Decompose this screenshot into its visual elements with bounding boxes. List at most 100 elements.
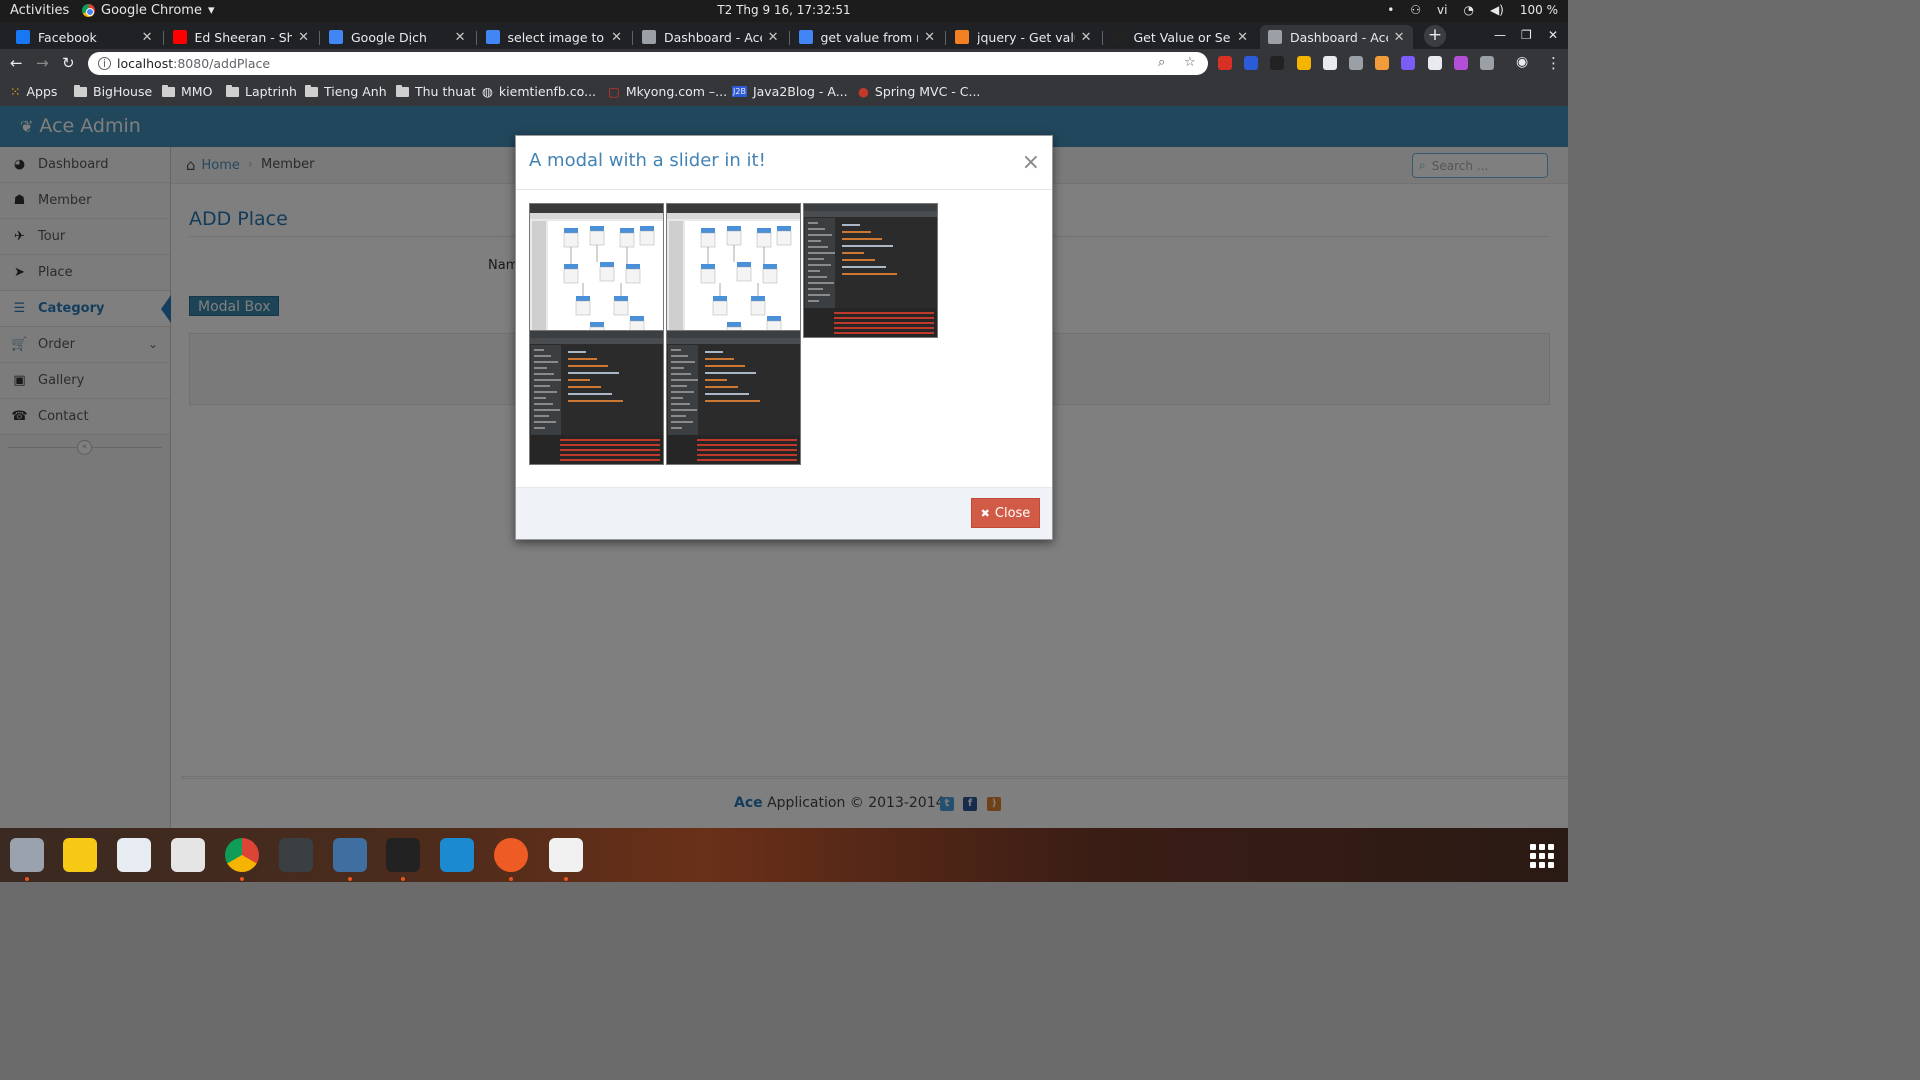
modal-close-icon[interactable]: × [1022, 150, 1040, 175]
tab-8[interactable]: Get Value or Selected ✕ [1104, 25, 1257, 49]
tab-1[interactable]: Facebook ✕ [8, 25, 161, 49]
bookmark-4[interactable]: Laptrinh [226, 84, 297, 99]
person-icon: ⚇ [1410, 3, 1422, 17]
language-indicator[interactable]: vi [1437, 3, 1447, 17]
tab-close-icon[interactable]: ✕ [768, 30, 779, 45]
chrome-icon[interactable] [225, 838, 259, 872]
software-store-icon[interactable] [171, 838, 205, 872]
bookmark-6[interactable]: Thu thuat [396, 84, 476, 99]
show-applications-icon[interactable] [1530, 844, 1554, 868]
facebook-icon [16, 30, 30, 44]
tab-3[interactable]: Google Dịch ✕ [321, 25, 474, 49]
stackoverflow-icon [955, 30, 969, 44]
wifi-icon: ◔ [1463, 3, 1474, 17]
running-indicator [25, 877, 29, 881]
battery-status: 100 % [1519, 3, 1558, 17]
slider-image-2[interactable] [666, 203, 801, 338]
tray-dot-icon: • [1387, 3, 1395, 17]
tab-close-icon[interactable]: ✕ [1237, 30, 1248, 45]
slider-image-1[interactable] [529, 203, 664, 338]
reload-icon[interactable]: ↻ [62, 54, 75, 72]
extension-1-icon[interactable] [1218, 56, 1232, 70]
url-host: localhost [117, 56, 174, 71]
extension-11-icon[interactable] [1480, 56, 1494, 70]
extension-4-icon[interactable] [1296, 56, 1311, 70]
terminal-icon[interactable] [279, 838, 313, 872]
bookmark-label: Apps [26, 84, 58, 99]
tab-separator [788, 31, 790, 45]
slider-image-5[interactable] [666, 330, 801, 465]
rhythmbox-icon[interactable] [63, 838, 97, 872]
text-editor-icon[interactable] [117, 838, 151, 872]
menu-kebab-icon[interactable]: ⋮ [1546, 54, 1561, 72]
tab-close-icon[interactable]: ✕ [142, 30, 153, 45]
google-icon [798, 30, 813, 44]
back-icon[interactable]: ← [10, 54, 23, 72]
bookmark-10[interactable]: ● Spring MVC - C... [858, 84, 980, 99]
bookmark-2[interactable]: BigHouse [74, 84, 152, 99]
google-icon [485, 30, 500, 44]
tab-4[interactable]: select image to category ✕ [478, 25, 631, 49]
screen: { "topbar": { "activities": "Activities"… [0, 0, 1568, 882]
modal-header: A modal with a slider in it! × [516, 136, 1052, 190]
extension-8-icon[interactable] [1401, 56, 1416, 70]
extension-2-icon[interactable] [1244, 56, 1259, 70]
tab-title: Dashboard - Ace Admin [664, 29, 762, 45]
bookmark-3[interactable]: MMO [162, 84, 212, 99]
tab-close-icon[interactable]: ✕ [611, 30, 622, 45]
tab-close-icon[interactable]: ✕ [924, 30, 935, 45]
tab-6[interactable]: get value from modal ✕ [791, 25, 944, 49]
mysql-workbench-icon[interactable] [333, 838, 367, 872]
files-icon[interactable] [10, 838, 44, 872]
bookmark-5[interactable]: Tieng Anh [305, 84, 387, 99]
minimize-icon[interactable]: — [1494, 28, 1506, 42]
draw-icon[interactable] [549, 838, 583, 872]
postman-icon[interactable] [494, 838, 528, 872]
info-icon: i [98, 57, 111, 70]
intellij-icon[interactable] [386, 838, 420, 872]
bookmark-9[interactable]: J2B Java2Blog - A... [732, 84, 848, 99]
java2blog-icon: J2B [732, 86, 747, 97]
tab-2[interactable]: Ed Sheeran - Shape of You ✕ [165, 25, 318, 49]
folder-icon [162, 84, 175, 97]
tab-close-icon[interactable]: ✕ [298, 30, 309, 45]
slider-image-3[interactable] [803, 203, 938, 338]
webstorm-icon[interactable] [440, 838, 474, 872]
spring-icon: ● [858, 84, 869, 99]
profile-icon[interactable]: ◉ [1516, 54, 1528, 70]
tab-close-icon[interactable]: ✕ [1081, 30, 1092, 45]
bookmark-label: BigHouse [93, 84, 153, 99]
folder-icon [305, 84, 318, 97]
address-bar[interactable]: i localhost:8080/addPlace ⌕ ☆ [88, 52, 1208, 75]
bookmark-8[interactable]: ▢ Mkyong.com –... [608, 84, 727, 99]
bookmark-label: Laptrinh [245, 84, 297, 99]
slider-image-4[interactable] [529, 330, 664, 465]
tab-close-icon[interactable]: ✕ [1394, 30, 1405, 45]
tab-9[interactable]: Dashboard - Ace Admin ✕ [1260, 25, 1413, 49]
extension-10-icon[interactable] [1453, 56, 1468, 70]
extension-3-icon[interactable] [1270, 56, 1285, 70]
bookmark-1[interactable]: ⁙ Apps [10, 84, 57, 99]
running-indicator [401, 877, 405, 881]
extension-7-icon[interactable] [1375, 56, 1390, 70]
extension-9-icon[interactable] [1427, 56, 1442, 70]
maximize-icon[interactable]: ❐ [1521, 28, 1532, 42]
forward-icon[interactable]: → [36, 54, 49, 72]
extension-5-icon[interactable] [1322, 56, 1337, 70]
bookmark-7[interactable]: ◍ kiemtienfb.co... [482, 84, 596, 99]
folder-icon [226, 84, 239, 97]
new-tab-button[interactable]: + [1424, 25, 1446, 47]
close-button[interactable]: ✖ Close [971, 498, 1040, 528]
system-tray[interactable]: • ⚇ vi ◔ ◀) 100 % [1387, 3, 1558, 17]
tab-close-icon[interactable]: ✕ [455, 30, 466, 45]
bookmark-star-icon[interactable]: ☆ [1184, 55, 1196, 70]
tab-7[interactable]: jquery - Get value from ✕ [947, 25, 1100, 49]
tab-5[interactable]: Dashboard - Ace Admin ✕ [634, 25, 787, 49]
extension-6-icon[interactable] [1349, 56, 1363, 70]
tab-title: Facebook [38, 29, 97, 45]
zoom-icon[interactable]: ⌕ [1158, 55, 1165, 70]
clock[interactable]: T2 Thg 9 16, 17:32:51 [0, 3, 1568, 17]
dock [0, 828, 1568, 882]
window-close-icon[interactable]: ✕ [1548, 28, 1558, 42]
tab-title: Google Dịch [351, 29, 427, 45]
